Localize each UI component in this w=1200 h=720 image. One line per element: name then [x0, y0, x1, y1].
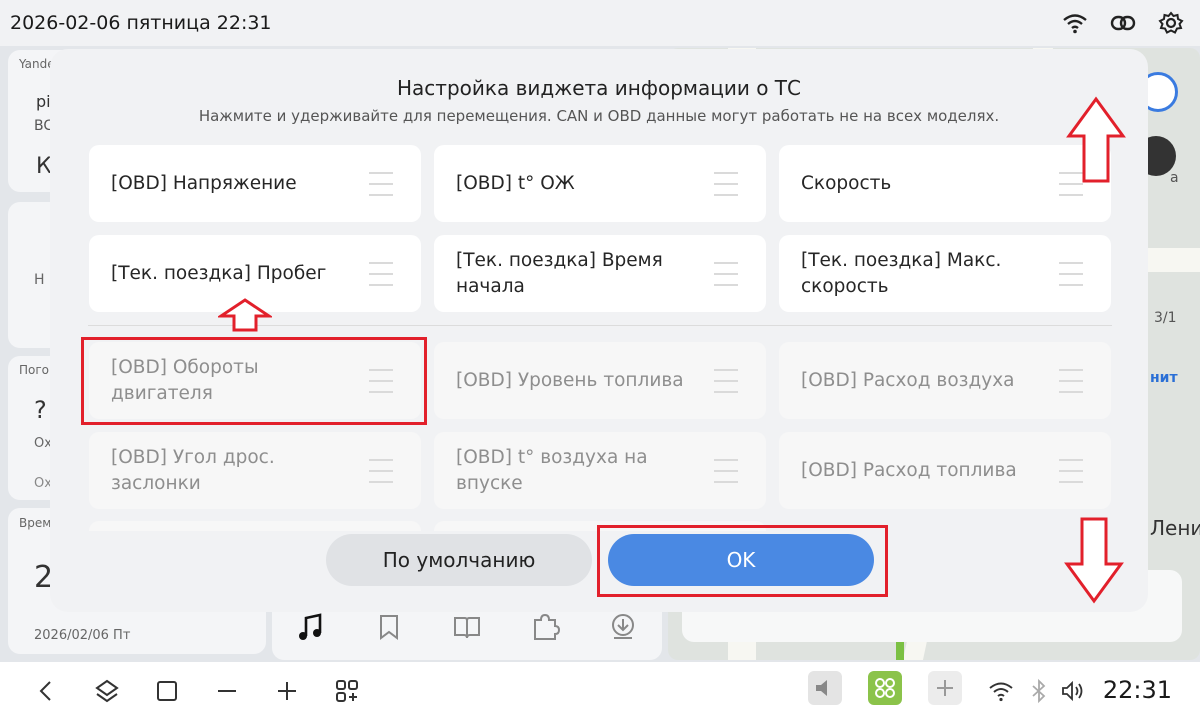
tile-label: [OBD] t° ОЖ [456, 172, 575, 194]
bookmark-icon[interactable] [374, 612, 404, 642]
music-icon[interactable] [296, 612, 326, 642]
widget-tile-obd-coolant-temp[interactable]: [OBD] t° ОЖ [434, 145, 766, 222]
drag-handle-icon[interactable] [714, 172, 738, 196]
download-icon[interactable] [608, 612, 638, 642]
minus-icon[interactable] [214, 678, 240, 704]
clock: 22:31 [1102, 676, 1172, 704]
navigation-bar: 22:31 [0, 662, 1200, 720]
launcher-card-2-text: Н [34, 272, 45, 288]
settings-gear-icon[interactable] [1158, 11, 1184, 35]
volume-muted-icon [816, 680, 827, 696]
map-label-2: 3/1 [1154, 310, 1177, 326]
add-button[interactable] [928, 671, 962, 705]
status-datetime: 2026-02-06 пятница 22:31 [10, 12, 272, 34]
home-icon[interactable] [94, 678, 120, 704]
tile-partially-visible [89, 521, 421, 531]
time-card-title: Врем [19, 516, 52, 530]
puzzle-icon[interactable] [530, 612, 560, 642]
add-icon [937, 680, 953, 696]
map-label-1: а [1170, 170, 1179, 186]
status-bar: 2026-02-06 пятница 22:31 [0, 0, 1200, 46]
split-screen-button[interactable] [868, 671, 902, 705]
widget-tile-obd-throttle-angle[interactable]: [OBD] Угол дрос. заслонки [89, 432, 421, 509]
default-button[interactable]: По умолчанию [326, 534, 592, 586]
weather-card-big: ? [34, 396, 47, 424]
tile-label: [OBD] Уровень топлива [456, 369, 684, 391]
split-screen-icon [875, 678, 895, 698]
drag-handle-icon[interactable] [714, 262, 738, 286]
drag-handle-icon[interactable] [714, 369, 738, 393]
annotation-arrow-up-icon [1066, 96, 1126, 183]
drag-handle-icon[interactable] [369, 262, 393, 286]
link-icon[interactable] [1110, 11, 1136, 35]
widget-tile-speed[interactable]: Скорость [779, 145, 1111, 222]
yandex-card-line1: pi [36, 92, 51, 111]
drag-handle-icon[interactable] [1059, 369, 1083, 393]
wifi-icon[interactable] [988, 678, 1014, 704]
widget-tile-obd-air-flow[interactable]: [OBD] Расход воздуха [779, 342, 1111, 419]
tile-label: [OBD] Угол дрос. заслонки [111, 446, 275, 494]
tile-label: [OBD] Напряжение [111, 172, 297, 194]
widget-tile-trip-max-speed[interactable]: [Тек. поездка] Макс. скорость [779, 235, 1111, 312]
tile-label: [OBD] t° воздуха на впуске [456, 446, 648, 494]
widget-tile-obd-voltage[interactable]: [OBD] Напряжение [89, 145, 421, 222]
widget-tile-obd-intake-air-temp[interactable]: [OBD] t° воздуха на впуске [434, 432, 766, 509]
tile-label: [OBD] Расход топлива [801, 459, 1017, 481]
dialog-subtitle: Нажмите и удерживайте для перемещения. C… [198, 107, 1000, 125]
widget-tile-obd-fuel-consumption[interactable]: [OBD] Расход топлива [779, 432, 1111, 509]
tile-label: [Тек. поездка] Макс. скорость [801, 249, 1002, 297]
weather-card-title: Пого [19, 363, 50, 377]
map-label-3: нит [1150, 370, 1178, 386]
back-icon[interactable] [34, 678, 60, 704]
drag-handle-icon[interactable] [714, 459, 738, 483]
widget-tile-trip-start-time[interactable]: [Тек. поездка] Время начала [434, 235, 766, 312]
time-card-date: 2026/02/06 Пт [34, 628, 131, 643]
annotation-highlight-tile [81, 337, 427, 425]
tile-label: Скорость [801, 172, 892, 194]
annotation-highlight-ok [597, 525, 888, 597]
drag-handle-icon[interactable] [369, 172, 393, 196]
book-icon[interactable] [452, 612, 482, 642]
map-label-4: Лени [1150, 516, 1200, 540]
annotation-arrow-up-icon [218, 298, 272, 332]
volume-icon[interactable] [1060, 678, 1086, 704]
drag-handle-icon[interactable] [1059, 459, 1083, 483]
apps-add-icon[interactable] [334, 678, 360, 704]
recents-icon[interactable] [154, 678, 180, 704]
dialog-title: Настройка виджета информации о ТС [397, 76, 801, 100]
drag-handle-icon[interactable] [1059, 262, 1083, 286]
widget-tile-obd-fuel-level[interactable]: [OBD] Уровень топлива [434, 342, 766, 419]
volume-muted-button[interactable] [808, 671, 842, 705]
tile-label: [Тек. поездка] Время начала [456, 249, 663, 297]
drag-handle-icon[interactable] [369, 459, 393, 483]
tile-label: [OBD] Расход воздуха [801, 369, 1015, 391]
plus-icon[interactable] [274, 678, 300, 704]
wifi-icon[interactable] [1062, 11, 1088, 35]
annotation-arrow-down-icon [1064, 517, 1124, 604]
bluetooth-icon[interactable] [1026, 678, 1052, 704]
